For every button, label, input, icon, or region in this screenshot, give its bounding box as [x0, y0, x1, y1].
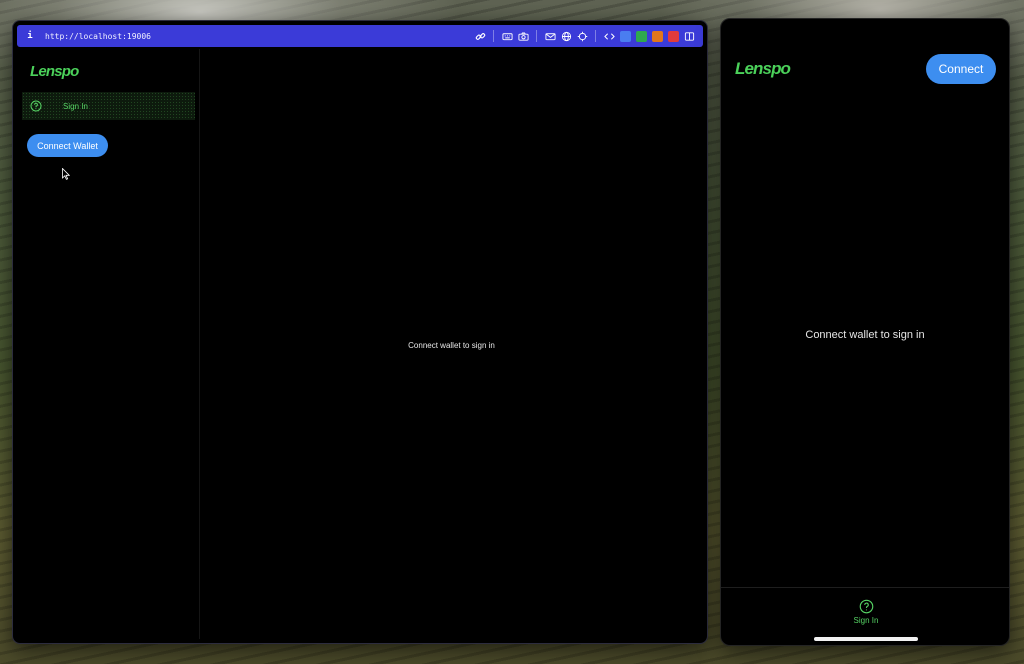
toolbar-divider — [493, 30, 494, 42]
mouse-cursor-icon — [62, 168, 70, 180]
info-icon[interactable]: i — [23, 31, 37, 41]
globe-icon[interactable] — [558, 28, 574, 44]
browser-toolbar: i http://localhost:19006 — [17, 25, 703, 47]
mobile-brand-logo[interactable]: Lenspo — [735, 59, 791, 79]
tab-label: Sign In — [853, 616, 879, 625]
red-extension-icon[interactable] — [667, 30, 679, 42]
toolbar-divider — [536, 30, 537, 42]
toolbar-divider — [595, 30, 596, 42]
crosshair-icon[interactable] — [574, 28, 590, 44]
mobile-window: Lenspo Connect Connect wallet to sign in… — [720, 18, 1010, 646]
url-bar[interactable]: http://localhost:19006 — [45, 32, 151, 41]
sidebar-item-sign-in[interactable]: Sign In — [22, 92, 195, 120]
tab-sign-in[interactable]: Sign In — [836, 599, 896, 625]
toolbar-icons — [472, 28, 697, 44]
keyboard-icon[interactable] — [499, 28, 515, 44]
green-extension-icon[interactable] — [635, 30, 647, 42]
app-viewport: Lenspo Sign In Connect Wallet Connect wa… — [17, 49, 703, 639]
question-circle-icon — [30, 100, 42, 112]
sidebar-item-label: Sign In — [63, 101, 88, 111]
home-indicator — [814, 637, 918, 641]
fox-extension-icon[interactable] — [651, 30, 663, 42]
mobile-sign-in-prompt: Connect wallet to sign in — [805, 329, 925, 341]
sidebar-toggle-icon[interactable] — [681, 28, 697, 44]
shield-extension-icon[interactable] — [619, 30, 631, 42]
mail-icon[interactable] — [542, 28, 558, 44]
brand-logo[interactable]: Lenspo — [30, 63, 79, 80]
link-icon[interactable] — [472, 28, 488, 44]
question-circle-icon — [859, 599, 873, 614]
sign-in-prompt: Connect wallet to sign in — [408, 341, 495, 350]
camera-icon[interactable] — [515, 28, 531, 44]
mobile-connect-button[interactable]: Connect — [926, 54, 996, 84]
connect-wallet-button[interactable]: Connect Wallet — [27, 134, 108, 157]
code-icon[interactable] — [601, 28, 617, 44]
sidebar: Lenspo Sign In Connect Wallet — [17, 49, 200, 639]
browser-window: i http://localhost:19006 Lenspo Sign In … — [12, 20, 708, 644]
